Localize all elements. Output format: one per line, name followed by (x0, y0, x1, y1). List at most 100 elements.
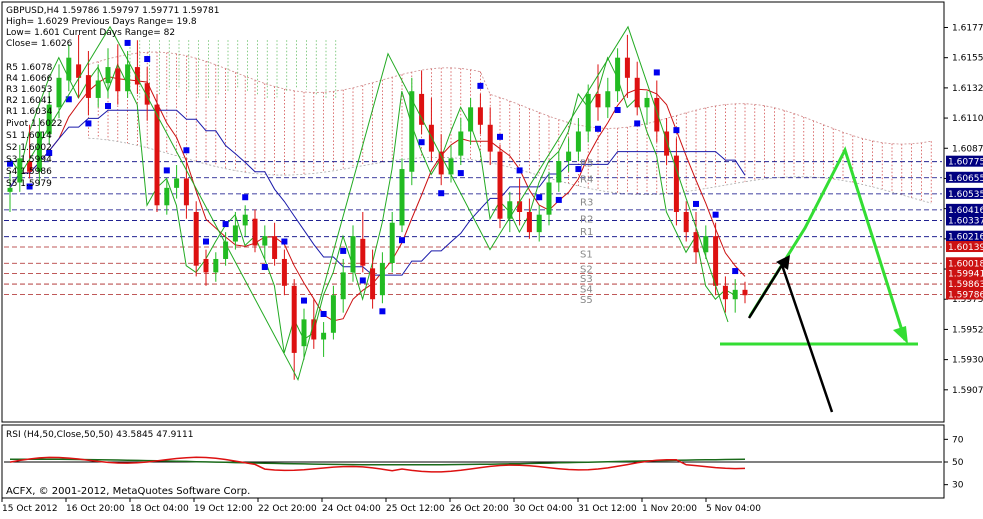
candle-body (321, 332, 327, 340)
candle-body (272, 236, 278, 259)
info-line-2: High= 1.6029 Previous Days Range= 19.8 (6, 17, 197, 27)
x-tick-label: 5 Nov 04:00 (706, 504, 761, 514)
price-badge-label: 1.60416 (948, 206, 983, 216)
pivot-list-item: R3 1.6053 (6, 85, 52, 95)
mt4-chart-window[interactable]: R5R4R3R2R1S1S2S3S4S5 1.617751.615501.613… (0, 0, 983, 515)
psar-dot (673, 127, 680, 134)
candle-body (546, 182, 552, 215)
candle-body (154, 104, 160, 206)
x-tick-label: 16 Oct 20:00 (66, 504, 125, 514)
time-axis[interactable]: 15 Oct 2012 16 Oct 20:00 18 Oct 04:00 19 Oc… (1, 498, 761, 514)
candle-body (252, 218, 258, 246)
candle-body (595, 93, 601, 108)
x-tick-label: 19 Oct 12:00 (194, 504, 253, 514)
psar-dot (399, 237, 405, 244)
candle-body (242, 214, 248, 226)
candle-body (713, 236, 719, 286)
psar-dot (614, 107, 621, 114)
candle-body (507, 201, 513, 219)
pivot-list-item: R4 1.6066 (6, 74, 53, 84)
pivot-list-item: S5 1.5979 (6, 179, 52, 189)
candle-body (693, 232, 699, 253)
y-tick-label: 1.60875 (952, 144, 983, 154)
x-tick-label: 25 Oct 12:00 (386, 504, 445, 514)
candle-body (85, 75, 91, 98)
candle-body (624, 57, 630, 78)
pivot-list-item: Pivot 1.6022 (6, 119, 62, 129)
candle-body (497, 151, 503, 219)
candle-body (615, 57, 621, 92)
pivot-label: R1 (580, 227, 593, 238)
candle-body (115, 68, 121, 92)
candle-body (213, 258, 219, 273)
candle-body (605, 91, 611, 108)
candle-body (340, 272, 346, 300)
psar-dot (340, 247, 347, 254)
candle-body (722, 285, 728, 300)
price-badge-label: 1.59786 (948, 290, 983, 300)
y-tick-label: 1.61325 (952, 84, 983, 94)
candle-body (644, 97, 650, 108)
x-tick-label: 18 Oct 04:00 (130, 504, 189, 514)
candle-body (458, 131, 464, 156)
candle-body (350, 236, 356, 273)
candle-body (232, 225, 238, 242)
info-line-1: GBPUSD,H4 1.59786 1.59797 1.59771 1.5978… (6, 6, 219, 16)
x-tick-label: 30 Oct 04:00 (514, 504, 573, 514)
price-chart[interactable]: R5R4R3R2R1S1S2S3S4S5 1.617751.615501.613… (0, 0, 983, 515)
candle-body (742, 289, 748, 296)
pivot-list-item: R1 1.6034 (6, 107, 53, 117)
candle-body (291, 285, 297, 353)
x-tick-label: 31 Oct 12:00 (578, 504, 637, 514)
psar-dot (261, 264, 268, 271)
candle-body (428, 124, 434, 152)
psar-dot (536, 194, 543, 201)
candle-body (575, 131, 581, 152)
pivot-list-item: R5 1.6078 (6, 63, 53, 73)
x-tick-label: 26 Oct 20:00 (450, 504, 509, 514)
y-tick-label: 1.61550 (952, 54, 983, 64)
info-line-4: Close= 1.6026 (6, 39, 73, 49)
candle-body (419, 93, 425, 125)
candle-body (56, 77, 62, 108)
candle-body (634, 77, 640, 108)
candle-body (654, 97, 660, 132)
candle-body (566, 151, 572, 162)
psar-dot (281, 238, 288, 245)
candle-body (66, 57, 72, 81)
price-badge-label: 1.60139 (948, 243, 983, 253)
x-tick-label: 15 Oct 2012 (2, 504, 58, 514)
psar-dot (183, 147, 190, 154)
price-badge-label: 1.60337 (948, 216, 983, 226)
pivot-label: R2 (580, 215, 593, 226)
psar-dot (301, 297, 307, 304)
pivot-label: R4 (580, 174, 593, 185)
psar-dot (457, 170, 464, 177)
main-panel[interactable] (1, 1, 945, 423)
candle-body (389, 222, 395, 263)
psar-dot (634, 120, 641, 127)
psar-dot (379, 308, 386, 315)
psar-dot (105, 102, 111, 109)
y-tick-label: 1.59075 (952, 386, 983, 396)
candle-body (517, 201, 523, 212)
candle-body (174, 178, 180, 188)
pivot-label: R3 (580, 197, 593, 208)
price-badge-label: 1.60535 (948, 190, 983, 200)
pivot-list-item: S3 1.5994 (6, 155, 52, 165)
price-badge-label: 1.60655 (948, 174, 983, 184)
y-tick-label: 1.61100 (952, 114, 983, 124)
pivot-list-item: S4 1.5986 (6, 167, 52, 177)
pivot-label: S5 (580, 295, 593, 306)
psar-dot (203, 238, 209, 245)
candle-body (526, 212, 532, 233)
pivot-label: S1 (580, 250, 593, 261)
candle-body (95, 80, 101, 98)
psar-dot (222, 221, 229, 228)
pivot-labels: R5R4R3R2R1S1S2S3S4S5 (580, 158, 593, 306)
candle-body (281, 258, 287, 286)
psar-dot (359, 277, 366, 284)
pivot-list-item: S1 1.6014 (6, 131, 52, 141)
candle-body (585, 93, 591, 132)
x-tick-label: 22 Oct 20:00 (258, 504, 317, 514)
